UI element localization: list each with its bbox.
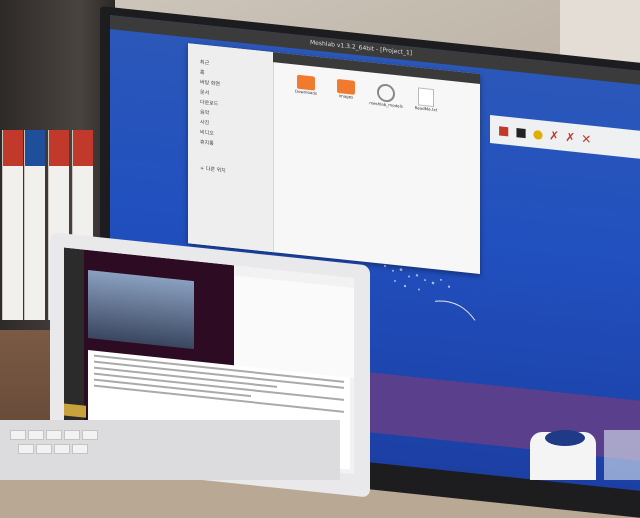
glass	[604, 430, 640, 480]
render-icon[interactable]: ■	[498, 123, 509, 138]
bottle-cap	[545, 430, 585, 446]
sidebar-item-desktop[interactable]: 바탕 화면	[200, 79, 220, 88]
sidebar-item-trash[interactable]: 휴지통	[200, 139, 214, 147]
key	[46, 430, 62, 440]
laptop-photo-preview	[88, 269, 194, 350]
sidebar-item-pictures[interactable]: 사진	[200, 119, 209, 127]
key	[82, 430, 98, 440]
file-label: meshlab_models	[369, 100, 403, 109]
folder-label: Downloads	[295, 88, 317, 96]
file-manager-window[interactable]: 최근 홈 바탕 화면 문서 다운로드 음악 사진 비디오 휴지통 + 다른 위치…	[188, 43, 480, 274]
folder-item[interactable]: images	[328, 78, 364, 101]
tool-icon[interactable]: ✗	[549, 128, 559, 143]
file-label: ReadMe.txt	[414, 105, 438, 113]
laptop-keyboard	[0, 420, 340, 480]
file-item[interactable]: meshlab_models	[368, 82, 404, 109]
meshlab-toolbar[interactable]: ■ ■ ● ✗ ✗ ✕	[490, 114, 640, 160]
sidebar-item-home[interactable]: 홈	[200, 69, 205, 76]
info-icon[interactable]: ●	[533, 126, 543, 141]
key	[54, 444, 70, 454]
taskbar-strip	[360, 371, 640, 462]
sidebar-item-music[interactable]: 음악	[200, 109, 209, 117]
tool-icon[interactable]: ✗	[565, 130, 575, 145]
tool-icon[interactable]: ✕	[581, 132, 591, 147]
sidebar-item-documents[interactable]: 문서	[200, 89, 209, 97]
key	[36, 444, 52, 454]
document-icon	[418, 87, 434, 108]
file-sidebar[interactable]: 최근 홈 바탕 화면 문서 다운로드 음악 사진 비디오 휴지통 + 다른 위치	[188, 43, 274, 253]
sidebar-item-other[interactable]: + 다른 위치	[200, 165, 226, 175]
sidebar-item-recent[interactable]: 최근	[200, 59, 209, 67]
sidebar-item-downloads[interactable]: 다운로드	[200, 99, 218, 108]
book	[24, 130, 45, 320]
key	[18, 444, 34, 454]
file-icon	[377, 83, 395, 104]
key	[28, 430, 44, 440]
sidebar-item-videos[interactable]: 비디오	[200, 129, 214, 137]
book	[2, 130, 23, 320]
key	[10, 430, 26, 440]
folder-label: images	[338, 93, 354, 100]
folder-item[interactable]: Downloads	[288, 74, 324, 97]
key	[72, 444, 88, 454]
key	[64, 430, 80, 440]
laptop-side-window[interactable]	[234, 275, 354, 378]
layer-icon[interactable]: ■	[515, 125, 526, 140]
file-item[interactable]: ReadMe.txt	[408, 86, 444, 113]
laptop-sticker	[64, 403, 86, 418]
